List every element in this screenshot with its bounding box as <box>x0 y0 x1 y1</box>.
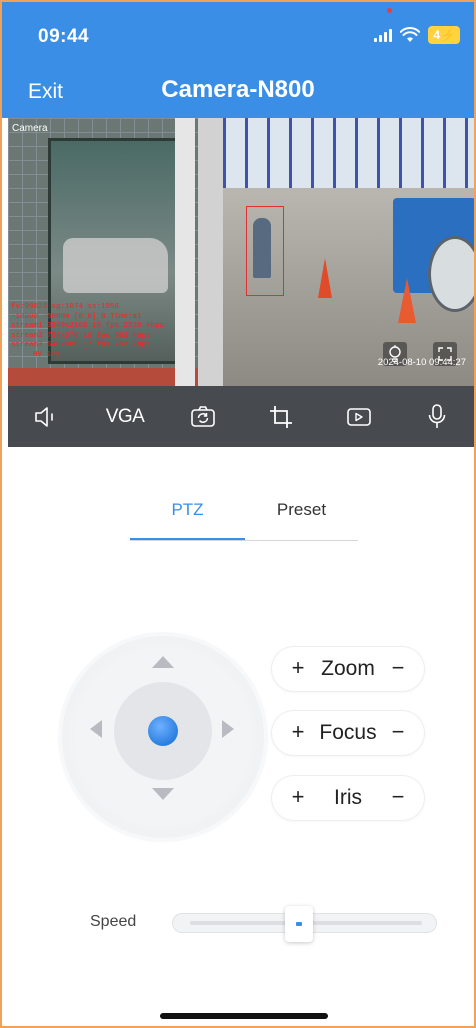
pan-left-arrow-icon[interactable] <box>90 720 102 738</box>
pan-right-arrow-icon[interactable] <box>222 720 234 738</box>
video-timestamp: 2024-08-10 09:44:27 <box>377 357 466 368</box>
scene-post <box>175 118 195 386</box>
iris-plus-button[interactable]: + <box>287 784 309 810</box>
video-record-icon <box>347 407 371 426</box>
microphone-icon <box>428 403 446 428</box>
pan-down-arrow-icon[interactable] <box>152 788 174 800</box>
camera-video-feed[interactable]: Camera fv:99023 sg:1074 ss:1956 ~10000 ~… <box>8 118 476 386</box>
focus-minus-button[interactable]: − <box>388 719 408 745</box>
charging-icon: ⚡ <box>440 28 455 42</box>
joystick-knob[interactable] <box>148 716 178 746</box>
slider-thumb-marker <box>295 922 302 926</box>
video-record-button[interactable] <box>339 397 379 437</box>
app-header: 09:44 4⚡ Exit Camera-N800 <box>0 0 476 118</box>
focus-plus-button[interactable]: + <box>287 719 309 745</box>
overlay-line: fv:99023 sg:1074 ss:1956 <box>11 303 120 311</box>
overlay-line: stream1 3840x2160 16 fps 2526 kbps <box>11 322 165 330</box>
speed-slider-thumb[interactable] <box>284 906 313 942</box>
recording-indicator-icon <box>387 8 392 13</box>
cellular-signal-icon <box>374 28 393 42</box>
battery-indicator: 4⚡ <box>428 26 460 44</box>
zoom-control: + Zoom − <box>272 647 424 691</box>
scene-traffic-cone <box>398 278 416 323</box>
scene-post-shadow <box>198 118 223 386</box>
pan-up-arrow-icon[interactable] <box>152 656 174 668</box>
iris-minus-button[interactable]: − <box>388 784 408 810</box>
iris-control: + Iris − <box>272 776 424 820</box>
camera-switch-icon <box>191 405 215 427</box>
crop-button[interactable] <box>261 397 301 437</box>
speaker-button[interactable] <box>27 397 67 437</box>
overlay-line: stream2 704x576 16 fps 663 kbps <box>11 331 151 340</box>
video-toolbar: VGA <box>8 386 476 447</box>
speed-label: Speed <box>90 913 137 930</box>
speaker-icon <box>35 406 53 427</box>
resolution-button[interactable]: VGA <box>105 397 145 437</box>
control-tabs: PTZ Preset <box>130 500 358 541</box>
overlay-line: HV 1C1 <box>33 350 61 359</box>
camera-label: Camera <box>12 123 48 134</box>
focus-label: Focus <box>319 721 377 744</box>
wifi-icon <box>400 27 421 42</box>
camera-switch-button[interactable] <box>183 397 223 437</box>
status-icons: 4⚡ <box>374 26 460 44</box>
detection-box <box>246 206 284 296</box>
overlay-line: ~10000 ~50000 [0 0] 0 Time:a1 <box>11 312 142 321</box>
scene-cable-reel <box>428 236 476 312</box>
microphone-button[interactable] <box>417 397 457 437</box>
scene-traffic-cone <box>318 258 332 298</box>
scene-car <box>63 238 168 293</box>
page-title: Camera-N800 <box>161 76 315 103</box>
home-indicator <box>160 1013 328 1019</box>
zoom-label: Zoom <box>321 657 375 680</box>
focus-control: + Focus − <box>272 711 424 755</box>
tab-ptz[interactable]: PTZ <box>130 500 245 540</box>
overlay-line: stream3 640x480 17 fps 753 kbps <box>11 341 151 349</box>
zoom-in-button[interactable]: + <box>287 655 309 681</box>
status-time: 09:44 <box>38 26 90 47</box>
tab-preset[interactable]: Preset <box>245 500 358 538</box>
stream-overlay-text: fv:99023 sg:1074 ss:1956 ~10000 ~50000 [… <box>11 303 164 360</box>
zoom-out-button[interactable]: − <box>388 655 408 681</box>
scene-fence <box>223 118 476 192</box>
crop-icon <box>270 405 292 428</box>
iris-label: Iris <box>334 786 362 809</box>
